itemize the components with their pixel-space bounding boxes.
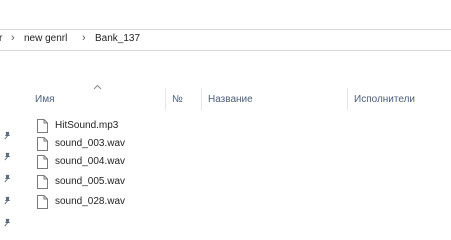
column-header-number[interactable]: № — [172, 94, 183, 105]
list-item[interactable]: sound_028.wav — [35, 194, 185, 212]
sort-ascending-icon — [93, 84, 102, 90]
pin-icon[interactable] — [3, 218, 12, 227]
list-item[interactable]: HitSound.mp3 — [35, 118, 185, 136]
pin-icon[interactable] — [3, 131, 12, 140]
file-icon — [37, 119, 48, 133]
column-divider[interactable] — [165, 88, 166, 110]
pin-icon[interactable] — [3, 174, 12, 183]
column-divider[interactable] — [347, 88, 348, 110]
list-item[interactable]: sound_004.wav — [35, 154, 185, 172]
pin-icon[interactable] — [3, 152, 12, 161]
file-icon — [37, 155, 48, 169]
navigation-pane — [0, 52, 20, 240]
file-icon — [37, 137, 48, 151]
file-name: sound_005.wav — [55, 176, 126, 187]
column-header-title[interactable]: Название — [208, 94, 253, 105]
breadcrumb-item-bank-137[interactable]: Bank_137 — [95, 33, 140, 44]
file-explorer-window: r › new genrl › Bank_137 Имя № Название … — [0, 0, 451, 240]
breadcrumb-item-new-genrl[interactable]: new genrl — [24, 33, 67, 44]
column-header-artists[interactable]: Исполнители — [354, 94, 415, 105]
pin-icon[interactable] — [3, 196, 12, 205]
column-header-name[interactable]: Имя — [35, 94, 54, 105]
file-icon — [37, 195, 48, 209]
breadcrumb-item-parent[interactable]: r — [0, 33, 2, 44]
file-name: sound_028.wav — [55, 196, 126, 207]
breadcrumb-separator-icon: › — [82, 32, 86, 44]
breadcrumb-separator-icon: › — [11, 32, 15, 44]
address-bar[interactable]: r › new genrl › Bank_137 — [0, 29, 451, 51]
file-icon — [37, 175, 48, 189]
list-item[interactable]: sound_003.wav — [35, 136, 185, 154]
file-name: HitSound.mp3 — [55, 120, 119, 131]
list-item[interactable]: sound_005.wav — [35, 174, 185, 192]
file-name: sound_004.wav — [55, 156, 126, 167]
column-divider[interactable] — [201, 88, 202, 110]
file-name: sound_003.wav — [55, 138, 126, 149]
